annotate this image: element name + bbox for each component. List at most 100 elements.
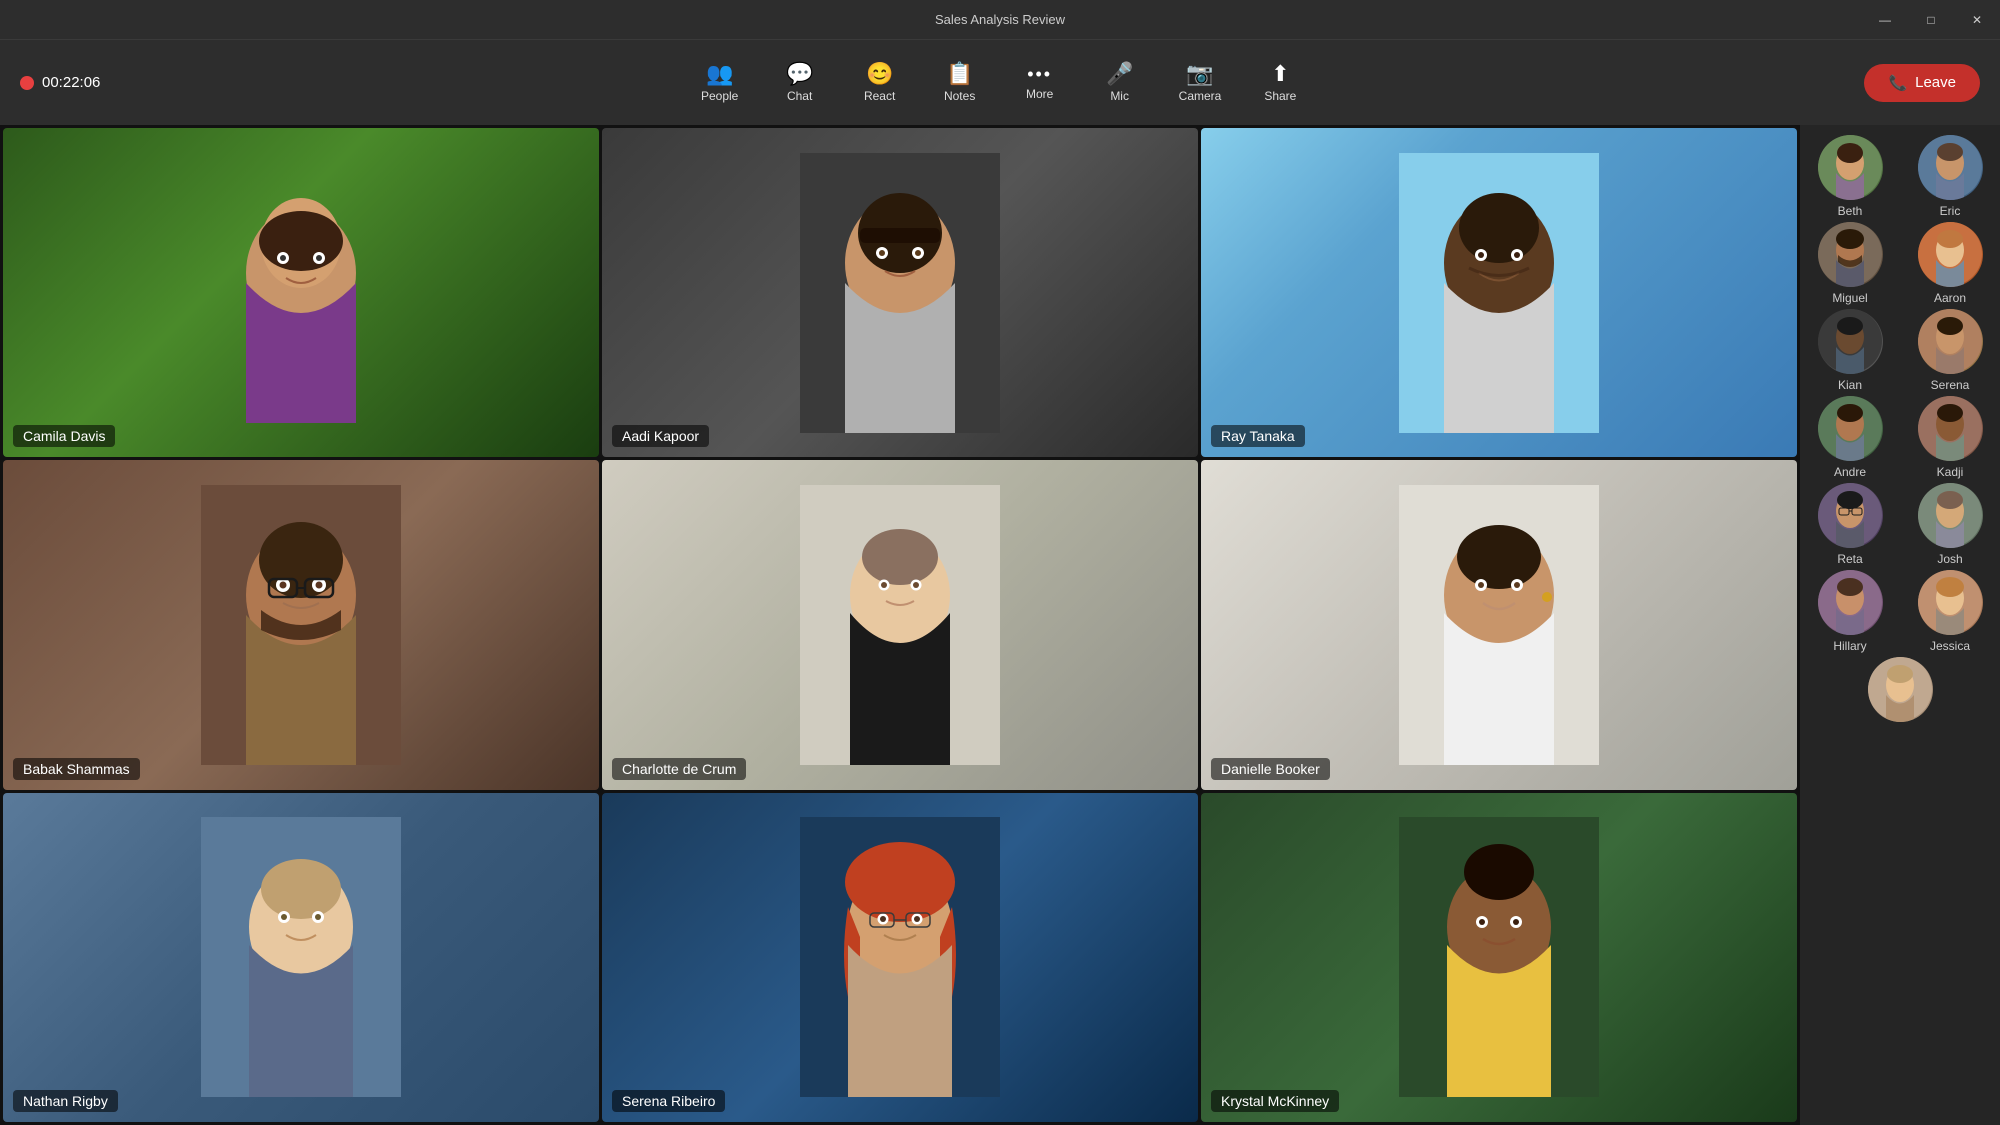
name-eric: Eric (1940, 204, 1961, 218)
notes-button[interactable]: 📋 Notes (925, 57, 995, 109)
people-icon: 👥 (706, 63, 733, 85)
sidebar-person-aaron[interactable]: Aaron (1910, 222, 1990, 305)
leave-label: Leave (1915, 74, 1956, 91)
sidebar-row-3: Andre Kadji (1800, 396, 2000, 479)
avatar-aaron (1918, 222, 1983, 287)
minimize-button[interactable]: — (1862, 0, 1908, 39)
name-tag-charlotte: Charlotte de Crum (612, 758, 746, 780)
avatar-unknown (1868, 657, 1933, 722)
name-andre: Andre (1834, 465, 1866, 479)
avatar-kadji (1918, 396, 1983, 461)
people-button[interactable]: 👥 People (685, 57, 755, 109)
notes-label: Notes (944, 89, 975, 103)
share-icon: ⬆ (1271, 63, 1289, 85)
sidebar-person-reta[interactable]: Reta (1810, 483, 1890, 566)
sidebar-person-jessica[interactable]: Jessica (1910, 570, 1990, 653)
sidebar-person-eric[interactable]: Eric (1910, 135, 1990, 218)
mic-icon: 🎤 (1106, 63, 1133, 85)
react-button[interactable]: 😊 React (845, 57, 915, 109)
avatar-charlotte (602, 460, 1198, 789)
avatar-reta (1818, 483, 1883, 548)
video-cell-babak[interactable]: Babak Shammas (3, 460, 599, 789)
sidebar-person-beth[interactable]: Beth (1810, 135, 1890, 218)
sidebar-person-josh[interactable]: Josh (1910, 483, 1990, 566)
sidebar-person-kadji[interactable]: Kadji (1910, 396, 1990, 479)
camera-label: Camera (1179, 89, 1222, 103)
sidebar-person-kian[interactable]: Kian (1810, 309, 1890, 392)
name-reta: Reta (1837, 552, 1862, 566)
sidebar-person-hillary[interactable]: Hillary (1810, 570, 1890, 653)
camera-icon: 📷 (1186, 63, 1213, 85)
share-label: Share (1264, 89, 1296, 103)
avatar-serena (1918, 309, 1983, 374)
name-tag-camila: Camila Davis (13, 425, 115, 447)
sidebar-row-1: Miguel Aaron (1800, 222, 2000, 305)
camera-button[interactable]: 📷 Camera (1165, 57, 1236, 109)
more-button[interactable]: ••• More (1005, 59, 1075, 107)
video-cell-aadi[interactable]: Aadi Kapoor (602, 128, 1198, 457)
toolbar-center: 👥 People 💬 Chat 😊 React 📋 Notes ••• More… (685, 57, 1316, 109)
chat-button[interactable]: 💬 Chat (765, 57, 835, 109)
name-hillary: Hillary (1833, 639, 1866, 653)
sidebar-row-0: Beth Eric (1800, 135, 2000, 218)
sidebar-row-4: Reta Josh (1800, 483, 2000, 566)
mic-button[interactable]: 🎤 Mic (1085, 57, 1155, 109)
video-cell-ray[interactable]: Ray Tanaka (1201, 128, 1797, 457)
maximize-button[interactable]: □ (1908, 0, 1954, 39)
toolbar: 00:22:06 👥 People 💬 Chat 😊 React 📋 Notes… (0, 40, 2000, 125)
name-tag-serena-r: Serena Ribeiro (612, 1090, 725, 1112)
avatar-camila (3, 128, 599, 457)
name-aaron: Aaron (1934, 291, 1966, 305)
avatar-hillary (1818, 570, 1883, 635)
name-kadji: Kadji (1937, 465, 1964, 479)
name-tag-aadi: Aadi Kapoor (612, 425, 709, 447)
name-jessica: Jessica (1930, 639, 1970, 653)
main-content: Camila Davis Aadi Kapoor (0, 125, 2000, 1125)
more-label: More (1026, 87, 1053, 101)
avatar-jessica (1918, 570, 1983, 635)
avatar-kian (1818, 309, 1883, 374)
window-title: Sales Analysis Review (935, 12, 1065, 27)
react-icon: 😊 (866, 63, 893, 85)
name-tag-babak: Babak Shammas (13, 758, 140, 780)
chat-label: Chat (787, 89, 812, 103)
sidebar-person-serena[interactable]: Serena (1910, 309, 1990, 392)
name-beth: Beth (1838, 204, 1863, 218)
sidebar-panel: Beth Eric (1800, 125, 2000, 1125)
name-tag-krystal: Krystal McKinney (1211, 1090, 1339, 1112)
video-cell-nathan[interactable]: Nathan Rigby (3, 793, 599, 1122)
avatar-aadi (602, 128, 1198, 457)
avatar-andre (1818, 396, 1883, 461)
mic-label: Mic (1110, 89, 1129, 103)
video-grid: Camila Davis Aadi Kapoor (0, 125, 1800, 1125)
share-button[interactable]: ⬆ Share (1245, 57, 1315, 109)
name-tag-danielle: Danielle Booker (1211, 758, 1330, 780)
name-miguel: Miguel (1832, 291, 1867, 305)
sidebar-person-andre[interactable]: Andre (1810, 396, 1890, 479)
avatar-josh (1918, 483, 1983, 548)
leave-button[interactable]: 📞 Leave (1864, 64, 1980, 102)
video-cell-camila[interactable]: Camila Davis (3, 128, 599, 457)
sidebar-row-5: Hillary Jessica (1800, 570, 2000, 653)
avatar-eric (1918, 135, 1983, 200)
avatar-krystal (1201, 793, 1797, 1122)
close-button[interactable]: ✕ (1954, 0, 2000, 39)
name-tag-ray: Ray Tanaka (1211, 425, 1305, 447)
window-controls: — □ ✕ (1862, 0, 2000, 39)
video-cell-danielle[interactable]: Danielle Booker (1201, 460, 1797, 789)
sidebar-person-unknown[interactable] (1860, 657, 1940, 722)
avatar-danielle (1201, 460, 1797, 789)
leave-phone-icon: 📞 (1888, 74, 1907, 92)
avatar-ray (1201, 128, 1797, 457)
name-josh: Josh (1937, 552, 1962, 566)
avatar-nathan (3, 793, 599, 1122)
video-cell-charlotte[interactable]: Charlotte de Crum (602, 460, 1198, 789)
sidebar-person-miguel[interactable]: Miguel (1810, 222, 1890, 305)
video-cell-krystal[interactable]: Krystal McKinney (1201, 793, 1797, 1122)
notes-icon: 📋 (946, 63, 973, 85)
name-kian: Kian (1838, 378, 1862, 392)
sidebar-row-2: Kian Serena (1800, 309, 2000, 392)
avatar-miguel (1818, 222, 1883, 287)
people-label: People (701, 89, 738, 103)
video-cell-serena[interactable]: Serena Ribeiro (602, 793, 1198, 1122)
